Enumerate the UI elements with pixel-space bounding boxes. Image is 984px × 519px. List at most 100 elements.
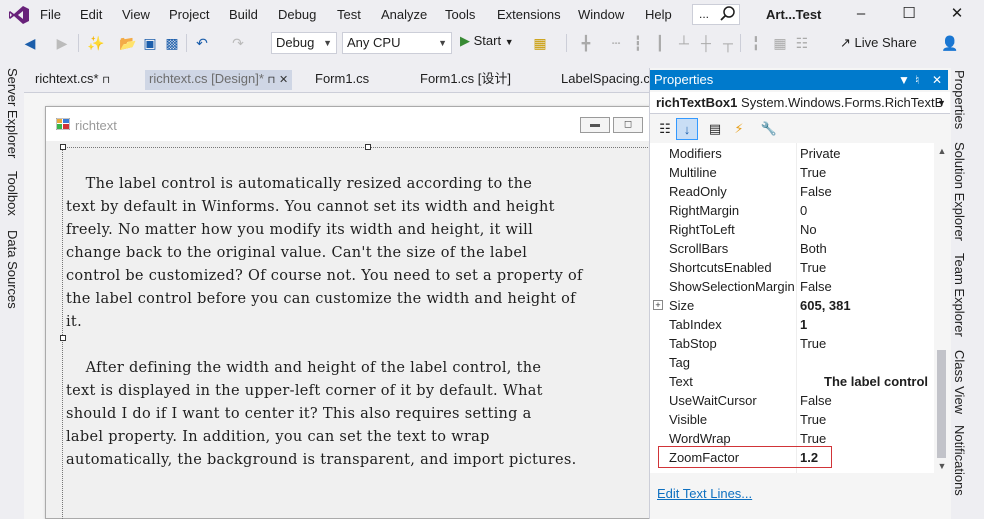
menu-item-window[interactable]: Window [578,7,624,22]
open-file-icon[interactable]: 📂 [118,33,138,53]
close-icon[interactable]: ✕ [942,3,972,25]
resize-handle[interactable] [60,335,66,341]
properties-side-tab[interactable]: Properties [952,70,967,129]
menu-item-extensions[interactable]: Extensions [497,7,561,22]
edit-text-lines-link[interactable]: Edit Text Lines... [657,486,752,501]
property-row-visible[interactable]: Visible True [650,410,934,429]
property-row-readonly[interactable]: ReadOnly False [650,182,934,201]
start-button[interactable]: ▶ Start ▼ [460,33,514,49]
property-row-modifiers[interactable]: Modifiers Private [650,144,934,163]
grid-icon[interactable]: ☷ [792,33,812,53]
tab-richtext-cs[interactable]: richtext.cs* ⊓ [35,70,110,90]
property-value[interactable]: True [800,163,826,182]
tab-richtext-design[interactable]: richtext.cs [Design]* ⊓ ✕ [145,70,293,90]
property-row-rightmargin[interactable]: RightMargin 0 [650,201,934,220]
search-icon[interactable] [719,5,737,23]
tab-labelspacing[interactable]: LabelSpacing.c [561,70,649,90]
menu-item-project[interactable]: Project [169,7,209,22]
menu-item-debug[interactable]: Debug [278,7,316,22]
menu-item-file[interactable]: File [40,7,61,22]
team-explorer-side-tab[interactable]: Team Explorer [952,253,967,337]
property-row-scrollbars[interactable]: ScrollBars Both [650,239,934,258]
property-row-text[interactable]: Text The label control [650,372,934,391]
menu-item-analyze[interactable]: Analyze [381,7,427,22]
close-icon[interactable]: ✕ [932,70,942,90]
property-value[interactable]: The label control [824,372,928,391]
property-value[interactable]: 605, 381 [800,296,851,315]
configuration-dropdown[interactable]: Debug ▼ [271,32,337,54]
close-tab-icon[interactable]: ✕ [279,74,288,86]
spacing-icon[interactable]: ╏ [746,33,766,53]
tab-form1-design[interactable]: Form1.cs [设计] [420,70,511,90]
new-project-icon[interactable]: ✨ [86,33,106,53]
form-maximize-icon[interactable]: ◻ [613,117,643,133]
solution-explorer-side-tab[interactable]: Solution Explorer [952,142,967,241]
property-row-tabindex[interactable]: TabIndex 1 [650,315,934,334]
menu-item-test[interactable]: Test [337,7,361,22]
browser-link-icon[interactable]: ▦ [530,33,550,53]
property-row-multiline[interactable]: Multiline True [650,163,934,182]
property-pages-icon[interactable]: 🔧 [758,118,780,140]
object-selector[interactable]: richTextBox1 System.Windows.Forms.RichTe… [650,92,950,114]
pin-icon[interactable]: ⊓ [268,75,276,86]
align-top-icon[interactable]: ┴ [674,33,694,53]
scroll-up-icon[interactable]: ▲ [934,146,950,156]
size-icon[interactable]: ▦ [770,33,790,53]
resize-handle[interactable] [60,144,66,150]
menu-item-help[interactable]: Help [645,7,672,22]
dropdown-icon[interactable]: ▼ [898,70,910,90]
events-icon[interactable]: ⚡ [728,118,750,140]
property-value[interactable]: True [800,258,826,277]
pin-icon[interactable]: ♮ [915,70,919,90]
property-row-righttoleft[interactable]: RightToLeft No [650,220,934,239]
save-all-icon[interactable]: ▩ [162,33,182,53]
property-value[interactable]: False [800,391,832,410]
property-row-size[interactable]: Size 605, 381 [650,296,934,315]
save-icon[interactable]: ▣ [140,33,160,53]
server-explorer-tab[interactable]: Server Explorer [5,68,20,158]
feedback-icon[interactable]: 👤 [940,33,960,53]
platform-dropdown[interactable]: Any CPU ▼ [342,32,452,54]
property-row-tag[interactable]: Tag [650,353,934,372]
align-left-icon[interactable]: ┄ [606,33,626,53]
menu-item-edit[interactable]: Edit [80,7,102,22]
property-value[interactable]: Private [800,144,840,163]
redo-icon[interactable]: ↷ [228,33,248,53]
scrollbar-thumb[interactable] [937,350,946,458]
property-value[interactable]: Both [800,239,827,258]
menu-item-build[interactable]: Build [229,7,258,22]
categorized-icon[interactable]: ☷ [654,118,676,140]
property-value[interactable]: True [800,410,826,429]
align-right-icon[interactable]: ┃ [650,33,670,53]
alphabetical-icon[interactable]: ↓ [676,118,698,140]
align-center-icon[interactable]: ┇ [628,33,648,53]
tab-form1-cs[interactable]: Form1.cs [315,70,369,90]
property-row-usewaitcursor[interactable]: UseWaitCursor False [650,391,934,410]
property-row-tabstop[interactable]: TabStop True [650,334,934,353]
expand-icon[interactable]: + [653,300,663,310]
toolbox-tab[interactable]: Toolbox [5,171,20,216]
form-minimize-icon[interactable]: ▬ [580,117,610,133]
live-share-button[interactable]: ↗ Live Share [840,35,917,51]
property-value[interactable]: False [800,182,832,201]
align-bottom-icon[interactable]: ┬ [718,33,738,53]
property-value[interactable]: No [800,220,817,239]
maximize-icon[interactable]: ☐ [894,3,924,25]
back-icon[interactable]: ◀ [20,33,40,53]
data-sources-tab[interactable]: Data Sources [5,230,20,309]
notifications-side-tab[interactable]: Notifications [952,425,967,496]
menu-item-tools[interactable]: Tools [445,7,475,22]
properties-icon[interactable]: ▤ [704,118,726,140]
property-row-showselectionmargin[interactable]: ShowSelectionMargin False [650,277,934,296]
align-icon[interactable]: ╋ [576,33,596,53]
property-value[interactable]: False [800,277,832,296]
undo-icon[interactable]: ↶ [192,33,212,53]
property-row-shortcutsenabled[interactable]: ShortcutsEnabled True [650,258,934,277]
minimize-icon[interactable]: – [846,3,876,25]
pin-icon[interactable]: ⊓ [102,75,110,86]
property-value[interactable]: 0 [800,201,807,220]
align-middle-icon[interactable]: ┼ [696,33,716,53]
class-view-side-tab[interactable]: Class View [952,350,967,414]
property-value[interactable]: True [800,334,826,353]
property-value[interactable]: 1 [800,315,807,334]
